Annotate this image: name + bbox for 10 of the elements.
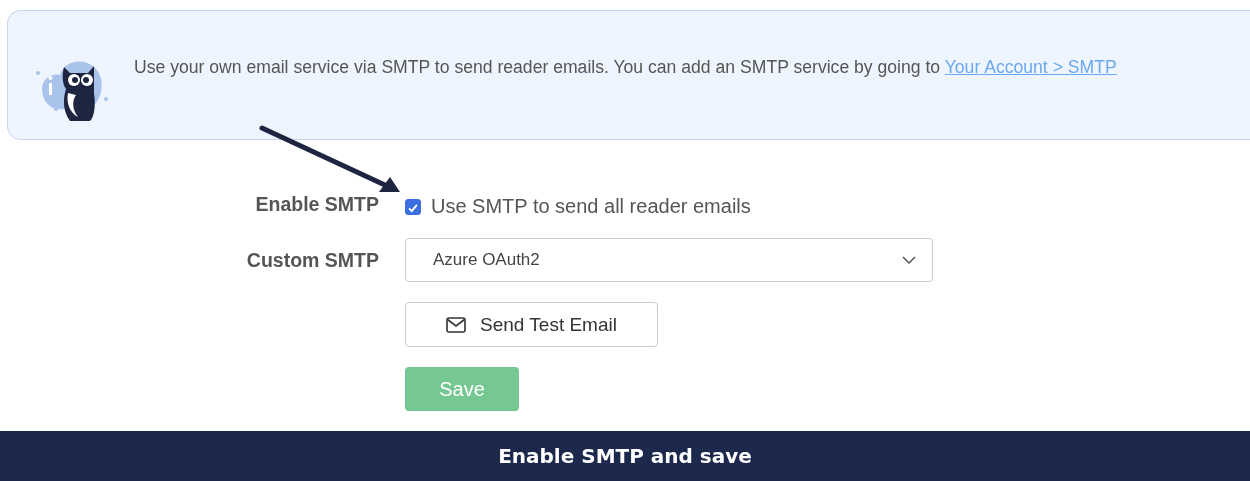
- envelope-icon: [446, 316, 466, 333]
- smtp-select[interactable]: Azure OAuth2: [405, 238, 933, 282]
- field-label: Custom SMTP: [245, 248, 379, 272]
- info-text: Use your own email service via SMTP to send reader emails. You can add an SMTP service by going to Your Account > SMTP: [134, 57, 1117, 78]
- checkbox[interactable]: [405, 198, 421, 215]
- send-test-email-button[interactable]: Send Test Email: [405, 302, 658, 347]
- chevron-down-icon: [902, 256, 916, 264]
- checkbox-label: Use SMTP to send all reader emails: [431, 195, 751, 218]
- field-label: Enable SMTP: [254, 193, 379, 216]
- caption-text: Enable SMTP and save: [498, 444, 752, 468]
